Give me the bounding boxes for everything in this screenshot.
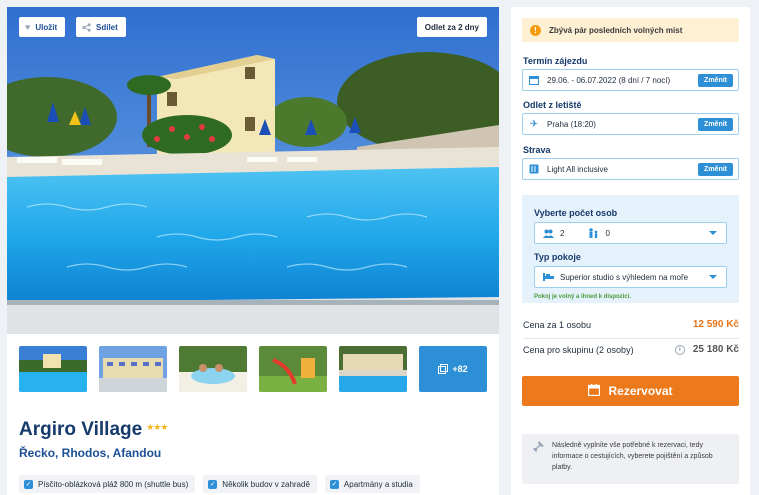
room-availability: Pokoj je volný a ihned k dispozici. [534, 294, 632, 300]
board-change-button[interactable]: Změnit [698, 163, 733, 176]
room-type-select[interactable]: Superior studio s výhledem na moře [534, 266, 727, 288]
hotel-title: Argiro Village ★★★ [19, 419, 168, 441]
price-group-value: 25 180 Kč [692, 344, 739, 355]
calendar-icon [588, 383, 601, 399]
departure-value: Praha (18:20) [547, 119, 596, 129]
gallery-thumb[interactable] [179, 346, 247, 392]
hotel-tags: ✓ Písčito-oblázková pláž 800 m (shuttle … [19, 475, 420, 493]
hotel-card: ♥ Uložit Sdílet Odlet za 2 dny +82 Argir… [7, 7, 499, 495]
board-value: Light All inclusive [547, 164, 608, 174]
term-label: Termín zájezdu [523, 56, 588, 66]
persons-select[interactable]: 2 0 [534, 222, 727, 244]
calendar-icon [528, 75, 540, 85]
hotel-name: Argiro Village [19, 419, 143, 440]
children-icon [588, 228, 599, 238]
gallery-thumb[interactable] [99, 346, 167, 392]
price-group: Cena pro skupinu (2 osoby) i 25 180 Kč [523, 344, 739, 355]
children-count: 0 [605, 228, 610, 238]
price-per-person-label: Cena za 1 osobu [523, 319, 592, 330]
pin-icon [533, 441, 544, 455]
price-per-person-value: 12 590 Kč [692, 319, 739, 330]
alert-text: Zbývá pár posledních volných míst [549, 25, 683, 35]
gallery-thumb[interactable] [19, 346, 87, 392]
food-icon [528, 164, 540, 174]
gallery-thumb[interactable] [339, 346, 407, 392]
room-type-label: Typ pokoje [534, 252, 581, 262]
room-type-value: Superior studio s výhledem na moře [560, 272, 689, 282]
hero-photo[interactable] [7, 7, 499, 334]
board-label: Strava [523, 145, 551, 155]
price-group-label: Cena pro skupinu (2 osoby) [523, 344, 634, 355]
persons-label: Vyberte počet osob [534, 208, 618, 218]
board-field[interactable]: Light All inclusive Změnit [522, 158, 739, 180]
hotel-stars: ★★★ [146, 422, 168, 432]
hotel-location: Řecko, Rhodos, Afandou [19, 446, 162, 460]
booking-note: Následně vyplníte vše potřebné k rezerva… [522, 434, 739, 484]
term-change-button[interactable]: Změnit [698, 74, 733, 87]
adults-count: 2 [560, 228, 565, 238]
share-icon [82, 22, 91, 32]
gallery-more-count: +82 [452, 364, 468, 374]
book-button[interactable]: Rezervovat [522, 376, 739, 406]
share-button[interactable]: Sdílet [76, 17, 126, 37]
check-icon: ✓ [329, 479, 339, 489]
adults-icon [543, 229, 554, 238]
departure-change-button[interactable]: Změnit [698, 118, 733, 131]
departure-badge: Odlet za 2 dny [416, 17, 487, 37]
tag-label: Písčito-oblázková pláž 800 m (shuttle bu… [38, 479, 189, 489]
price-group-value-wrap: i 25 180 Kč [674, 344, 739, 355]
book-label: Rezervovat [608, 384, 673, 398]
tag-label: Několik budov v zahradě [222, 479, 310, 489]
info-icon[interactable]: i [674, 344, 685, 355]
divider [523, 338, 739, 339]
price-per-person: Cena za 1 osobu 12 590 Kč [523, 319, 739, 330]
save-label: Uložit [35, 22, 58, 32]
plane-icon: ✈ [529, 118, 539, 130]
tag-label: Apartmány a studia [343, 479, 413, 489]
booking-note-text: Následně vyplníte vše potřebné k rezerva… [552, 442, 713, 471]
availability-alert: ! Zbývá pár posledních volných míst [522, 18, 739, 42]
chevron-down-icon [709, 275, 717, 279]
departure-field[interactable]: ✈ Praha (18:20) Změnit [522, 113, 739, 135]
tag-item: ✓ Písčito-oblázková pláž 800 m (shuttle … [19, 475, 196, 493]
gallery-more-button[interactable]: +82 [419, 346, 487, 392]
tag-item: ✓ Několik budov v zahradě [203, 475, 317, 493]
warning-icon: ! [530, 24, 541, 36]
term-value: 29.06. - 06.07.2022 (8 dní / 7 nocí) [547, 75, 671, 85]
check-icon: ✓ [24, 479, 33, 489]
tag-item: ✓ Apartmány a studia [324, 475, 420, 493]
persons-section: Vyberte počet osob 2 0 Typ pokoje Superi… [522, 195, 739, 303]
save-button[interactable]: ♥ Uložit [19, 17, 66, 37]
bed-icon [543, 273, 554, 281]
check-icon: ✓ [208, 479, 218, 489]
booking-panel: ! Zbývá pár posledních volných míst Term… [511, 7, 750, 495]
chevron-down-icon [709, 231, 717, 235]
term-field[interactable]: 29.06. - 06.07.2022 (8 dní / 7 nocí) Změ… [522, 69, 739, 91]
share-label: Sdílet [96, 22, 118, 32]
gallery-icon [438, 364, 449, 374]
photo-gallery: +82 [19, 346, 487, 392]
heart-icon: ♥ [25, 22, 31, 32]
gallery-thumb[interactable] [259, 346, 327, 392]
departure-label: Odlet z letiště [523, 100, 582, 110]
